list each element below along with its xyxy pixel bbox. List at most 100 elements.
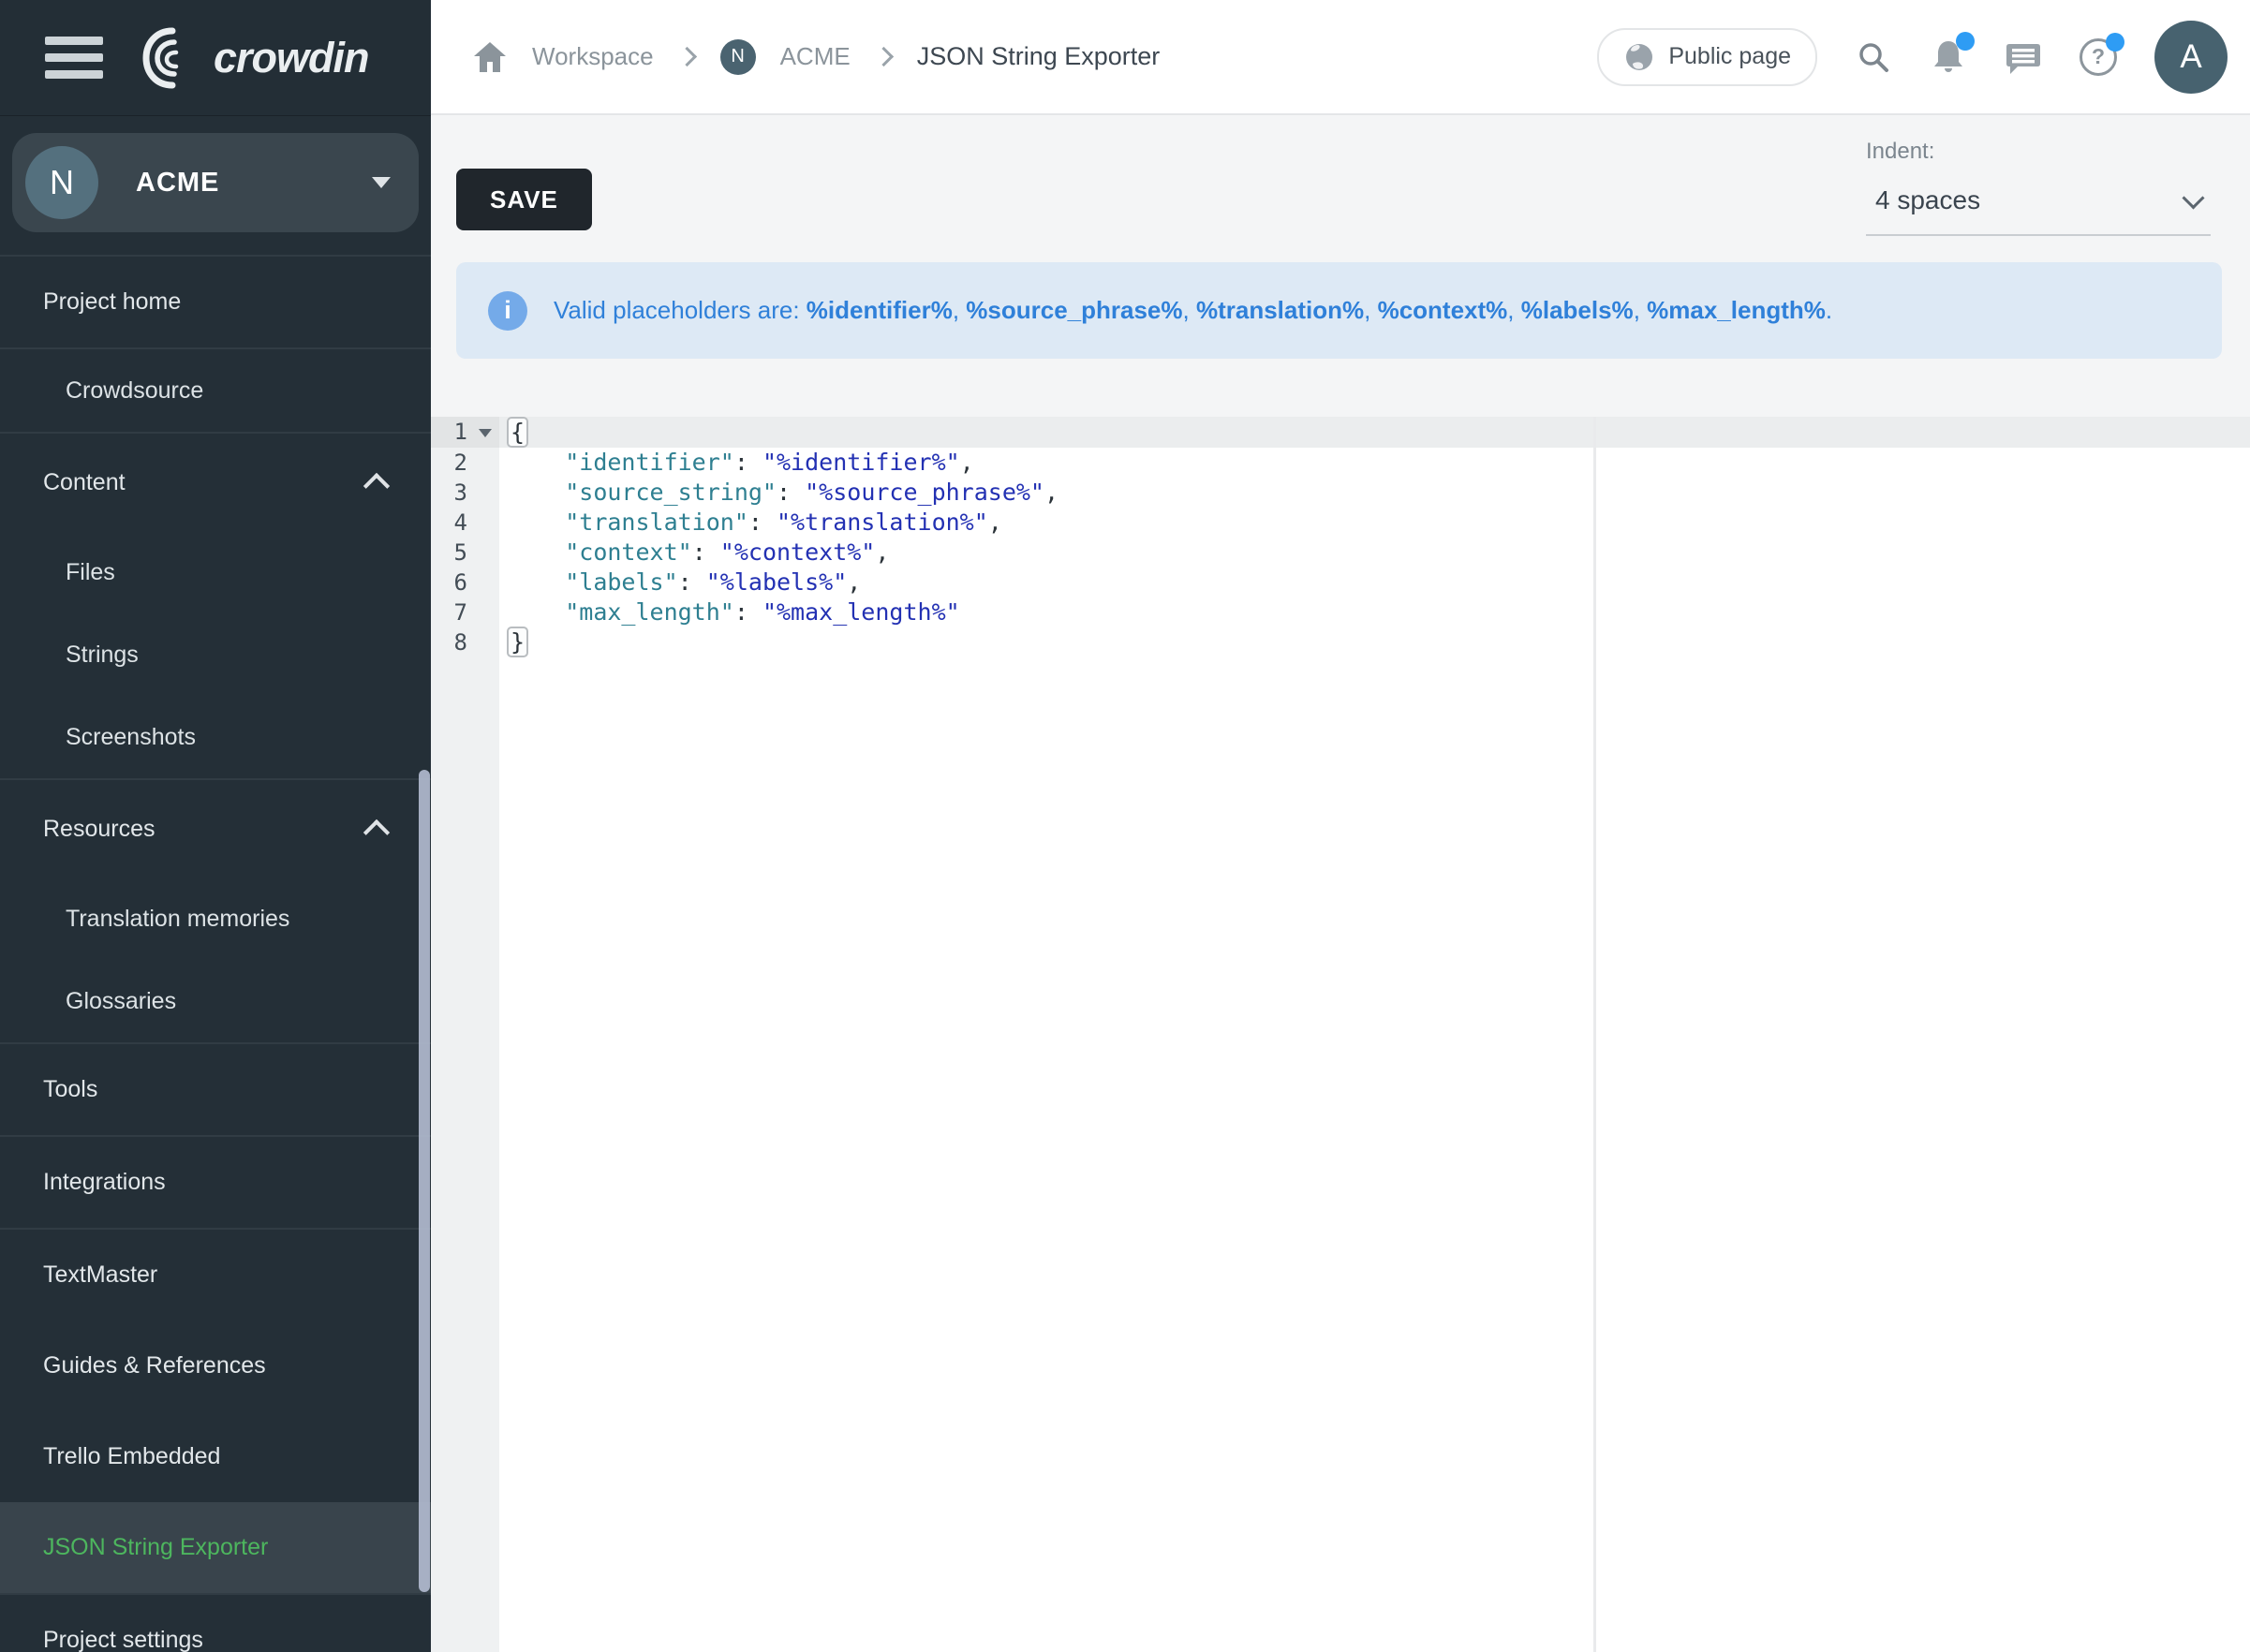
- sidebar-item-label: Resources: [43, 816, 367, 843]
- sidebar-item-label: Tools: [43, 1076, 388, 1103]
- sidebar-item-label: Crowdsource: [66, 377, 388, 405]
- fold-arrow-icon[interactable]: [479, 429, 492, 437]
- sidebar-item-textmaster[interactable]: TextMaster: [0, 1228, 431, 1320]
- breadcrumb-project[interactable]: ACME: [780, 42, 851, 71]
- crowdin-logo[interactable]: crowdin: [135, 23, 369, 93]
- sidebar-item-translation-memories[interactable]: Translation memories: [0, 878, 431, 960]
- code-line: {: [509, 417, 2250, 448]
- indent-selected-value: 4 spaces: [1875, 185, 1980, 215]
- sidebar-item-label: Glossaries: [66, 988, 388, 1015]
- gutter-line-number: 1: [431, 417, 499, 448]
- chevron-right-icon: [874, 47, 894, 66]
- json-template-editor[interactable]: 12345678 { "identifier": "%identifier%",…: [431, 417, 2250, 1652]
- public-page-button[interactable]: Public page: [1597, 28, 1817, 86]
- gutter-line-number: 8: [431, 627, 499, 657]
- messages-icon[interactable]: [2005, 38, 2042, 76]
- crowdin-logo-icon: [135, 23, 204, 93]
- sidebar: crowdin N ACME Project home Crowdsource Co…: [0, 0, 431, 1652]
- gutter-line-number: 7: [431, 597, 499, 627]
- placeholder: %max_length%: [1647, 296, 1826, 324]
- search-icon[interactable]: [1855, 38, 1892, 76]
- info-banner: i Valid placeholders are: %identifier%, …: [456, 262, 2222, 359]
- sidebar-item-tools[interactable]: Tools: [0, 1042, 431, 1135]
- topbar-actions: Public page ? A: [1597, 21, 2228, 94]
- sidebar-item-label: Strings: [66, 642, 388, 669]
- gutter-line-number: 6: [431, 568, 499, 597]
- sidebar-item-trello-embedded[interactable]: Trello Embedded: [0, 1411, 431, 1502]
- globe-icon: [1623, 41, 1655, 73]
- user-avatar[interactable]: A: [2154, 21, 2228, 94]
- sidebar-item-strings[interactable]: Strings: [0, 613, 431, 696]
- sidebar-item-label: Guides & References: [43, 1352, 388, 1379]
- home-icon[interactable]: [472, 40, 508, 74]
- code-line: "translation": "%translation%",: [509, 508, 2250, 538]
- sidebar-item-json-string-exporter[interactable]: JSON String Exporter: [0, 1502, 431, 1593]
- sidebar-item-integrations[interactable]: Integrations: [0, 1135, 431, 1228]
- placeholder: %context%: [1378, 296, 1508, 324]
- breadcrumb-workspace[interactable]: Workspace: [532, 42, 654, 71]
- public-page-label: Public page: [1668, 43, 1791, 70]
- chevron-up-icon[interactable]: [363, 819, 390, 846]
- sidebar-item-project-settings[interactable]: Project settings: [0, 1593, 431, 1652]
- banner-prefix: Valid placeholders are:: [554, 296, 807, 324]
- code-line: "max_length": "%max_length%": [509, 597, 2250, 627]
- app-window: crowdin N ACME Project home Crowdsource Co…: [0, 0, 2250, 1652]
- sidebar-scrollbar-thumb[interactable]: [419, 770, 430, 1592]
- placeholder: %labels%: [1521, 296, 1634, 324]
- code-line: "source_string": "%source_phrase%",: [509, 478, 2250, 508]
- sidebar-item-label: Project settings: [43, 1627, 388, 1652]
- sidebar-nav: Project home Crowdsource Content Files Strin…: [0, 255, 431, 1652]
- chevron-up-icon[interactable]: [363, 473, 390, 499]
- sidebar-item-label: Translation memories: [66, 906, 388, 933]
- info-icon: i: [488, 291, 527, 331]
- sidebar-item-files[interactable]: Files: [0, 531, 431, 613]
- sidebar-item-label: JSON String Exporter: [43, 1534, 388, 1561]
- gutter-line-number: 5: [431, 538, 499, 568]
- chevron-right-icon: [676, 47, 696, 66]
- sidebar-item-project-home[interactable]: Project home: [0, 255, 431, 347]
- code-line: "context": "%context%",: [509, 538, 2250, 568]
- chevron-down-icon: [2182, 186, 2204, 209]
- hamburger-menu-icon[interactable]: [45, 37, 103, 79]
- sidebar-item-content[interactable]: Content: [0, 432, 431, 531]
- sidebar-item-crowdsource[interactable]: Crowdsource: [0, 347, 431, 432]
- gutter-line-number: 4: [431, 508, 499, 538]
- project-selector[interactable]: N ACME: [12, 133, 419, 232]
- help-dot: [2106, 33, 2124, 52]
- sidebar-item-label: Files: [66, 559, 388, 586]
- topbar: Workspace N ACME JSON String Exporter Pu…: [431, 0, 2250, 115]
- project-avatar: N: [25, 146, 98, 219]
- help-icon[interactable]: ?: [2080, 38, 2117, 76]
- save-button[interactable]: SAVE: [456, 169, 592, 230]
- sidebar-item-glossaries[interactable]: Glossaries: [0, 960, 431, 1042]
- indent-label: Indent:: [1866, 139, 2211, 165]
- editor-code[interactable]: { "identifier": "%identifier%", "source_…: [509, 417, 2250, 657]
- indent-select[interactable]: 4 spaces: [1866, 180, 2211, 236]
- sidebar-item-screenshots[interactable]: Screenshots: [0, 696, 431, 778]
- placeholder: %source_phrase%: [966, 296, 1182, 324]
- placeholder: %identifier%: [807, 296, 953, 324]
- banner-text: Valid placeholders are: %identifier%, %s…: [554, 296, 1832, 325]
- page-title: JSON String Exporter: [917, 42, 1161, 71]
- banner-placeholders: %identifier%, %source_phrase%, %translat…: [807, 296, 1832, 324]
- sidebar-item-resources[interactable]: Resources: [0, 778, 431, 878]
- placeholder: %translation%: [1196, 296, 1364, 324]
- sidebar-item-guides-references[interactable]: Guides & References: [0, 1320, 431, 1411]
- gutter-line-number: 3: [431, 478, 499, 508]
- sidebar-header: crowdin: [0, 0, 431, 116]
- sidebar-item-label: Project home: [43, 288, 388, 316]
- sidebar-item-label: TextMaster: [43, 1261, 388, 1289]
- project-badge: N: [720, 39, 756, 75]
- sidebar-item-label: Integrations: [43, 1169, 388, 1196]
- indent-control: Indent: 4 spaces: [1866, 139, 2211, 236]
- crowdin-logo-text: crowdin: [214, 34, 369, 82]
- editor-gutter: 12345678: [431, 417, 499, 1652]
- code-line: }: [509, 627, 2250, 657]
- notification-dot: [1956, 32, 1975, 51]
- sidebar-item-label: Content: [43, 469, 367, 496]
- breadcrumb: Workspace N ACME JSON String Exporter: [472, 39, 1160, 75]
- gutter-line-number: 2: [431, 448, 499, 478]
- code-line: "labels": "%labels%",: [509, 568, 2250, 597]
- code-line: "identifier": "%identifier%",: [509, 448, 2250, 478]
- notifications-bell-icon[interactable]: [1930, 37, 1967, 77]
